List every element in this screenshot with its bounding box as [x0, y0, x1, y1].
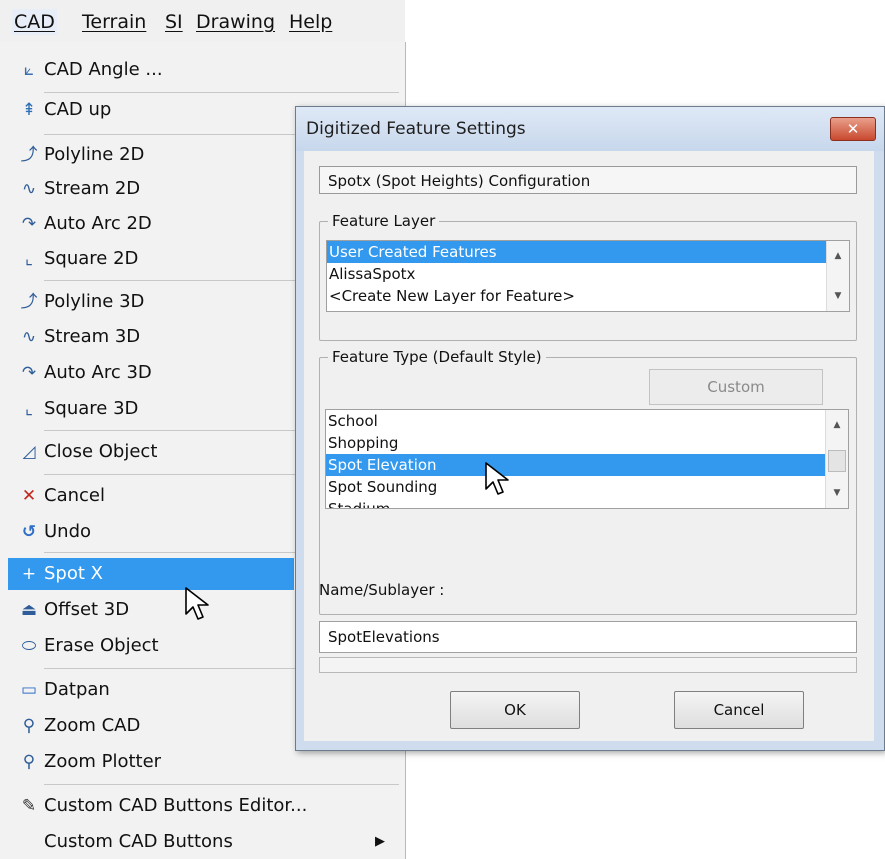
dialog-title: Digitized Feature Settings	[306, 119, 526, 139]
name-sublayer-label: Name/Sublayer :	[319, 581, 445, 599]
menu-item-custom-buttons[interactable]: Custom CAD Buttons ▶	[4, 826, 401, 858]
status-strip	[319, 657, 857, 673]
menu-separator	[44, 784, 399, 785]
type-list-scrollbar[interactable]: ▲ ▼	[825, 410, 848, 508]
type-option-selected[interactable]: Spot Elevation	[326, 454, 848, 476]
dialog-titlebar[interactable]: Digitized Feature Settings ✕	[296, 107, 884, 151]
submenu-arrow-icon: ▶	[375, 834, 385, 849]
type-option[interactable]: Shopping	[326, 432, 848, 454]
angle-icon: ⟀	[23, 60, 35, 80]
type-option[interactable]: School	[326, 410, 848, 432]
feature-type-listbox[interactable]: School Shopping Spot Elevation Spot Soun…	[325, 409, 849, 509]
cad-up-icon: ⇞	[21, 100, 37, 120]
cancel-button[interactable]: Cancel	[674, 691, 804, 729]
auto-arc-3d-icon: ↷	[21, 363, 37, 383]
menu-help[interactable]: Help	[287, 9, 334, 35]
polyline-2d-icon: ⤴	[20, 145, 38, 165]
close-button[interactable]: ✕	[830, 117, 876, 141]
feature-layer-group: Feature Layer User Created Features Alis…	[319, 212, 857, 341]
layer-list-scrollbar[interactable]: ▲ ▼	[826, 241, 849, 311]
layer-option[interactable]: <Create New Layer for Feature>	[327, 285, 849, 307]
layer-option[interactable]: AlissaSpotx	[327, 263, 849, 285]
menu-item-cad-angle[interactable]: ⟀ CAD Angle ...	[4, 54, 401, 86]
offset-3d-icon: ⏏	[20, 600, 38, 620]
menu-item-custom-buttons-editor[interactable]: ✎ Custom CAD Buttons Editor...	[4, 790, 401, 822]
scroll-up-icon[interactable]: ▲	[827, 245, 849, 267]
menu-separator	[44, 92, 399, 93]
scroll-down-icon[interactable]: ▼	[827, 285, 849, 307]
type-option[interactable]: Spot Sounding	[326, 476, 848, 498]
undo-icon: ↺	[21, 522, 37, 542]
stream-3d-icon: ∿	[21, 327, 37, 347]
name-sublayer-input[interactable]: SpotElevations	[319, 621, 857, 653]
menu-terrain[interactable]: Terrain	[80, 9, 148, 35]
menu-item-spot-x[interactable]: + Spot X	[8, 558, 294, 590]
polyline-3d-icon: ⤴	[20, 292, 38, 312]
menu-bar: CAD Terrain SI Drawing Help	[0, 0, 405, 43]
menu-cad[interactable]: CAD	[12, 9, 57, 35]
erase-icon: ⬭	[21, 636, 37, 656]
custom-editor-icon: ✎	[21, 796, 37, 816]
close-object-icon: ◿	[22, 442, 36, 462]
scroll-up-icon[interactable]: ▲	[826, 414, 848, 436]
feature-layer-listbox[interactable]: User Created Features AlissaSpotx <Creat…	[326, 240, 850, 312]
ok-button[interactable]: OK	[450, 691, 580, 729]
scroll-thumb[interactable]	[828, 450, 846, 472]
scroll-down-icon[interactable]: ▼	[826, 482, 848, 504]
menu-drawing[interactable]: Drawing	[194, 9, 277, 35]
digitized-feature-settings-dialog: Digitized Feature Settings ✕ Spotx (Spot…	[295, 106, 885, 751]
feature-layer-group-label: Feature Layer	[328, 212, 440, 230]
custom-button[interactable]: Custom	[649, 369, 823, 405]
square-2d-icon: ⌞	[25, 249, 33, 269]
auto-arc-2d-icon: ↷	[21, 214, 37, 234]
stream-2d-icon: ∿	[21, 179, 37, 199]
layer-option-selected[interactable]: User Created Features	[327, 241, 849, 263]
dialog-client-area: Spotx (Spot Heights) Configuration Featu…	[304, 151, 874, 741]
feature-type-group-label: Feature Type (Default Style)	[328, 348, 546, 366]
zoom-cad-icon: ⚲	[22, 716, 36, 736]
menu-si[interactable]: SI	[163, 9, 185, 35]
type-option[interactable]: Stadium	[326, 498, 848, 508]
zoom-plotter-icon: ⚲	[22, 752, 36, 772]
cancel-icon: ✕	[21, 486, 37, 506]
configuration-label: Spotx (Spot Heights) Configuration	[319, 166, 857, 194]
datpan-icon: ▭	[20, 680, 38, 700]
spot-x-icon: +	[21, 564, 37, 584]
square-3d-icon: ⌞	[25, 399, 33, 419]
